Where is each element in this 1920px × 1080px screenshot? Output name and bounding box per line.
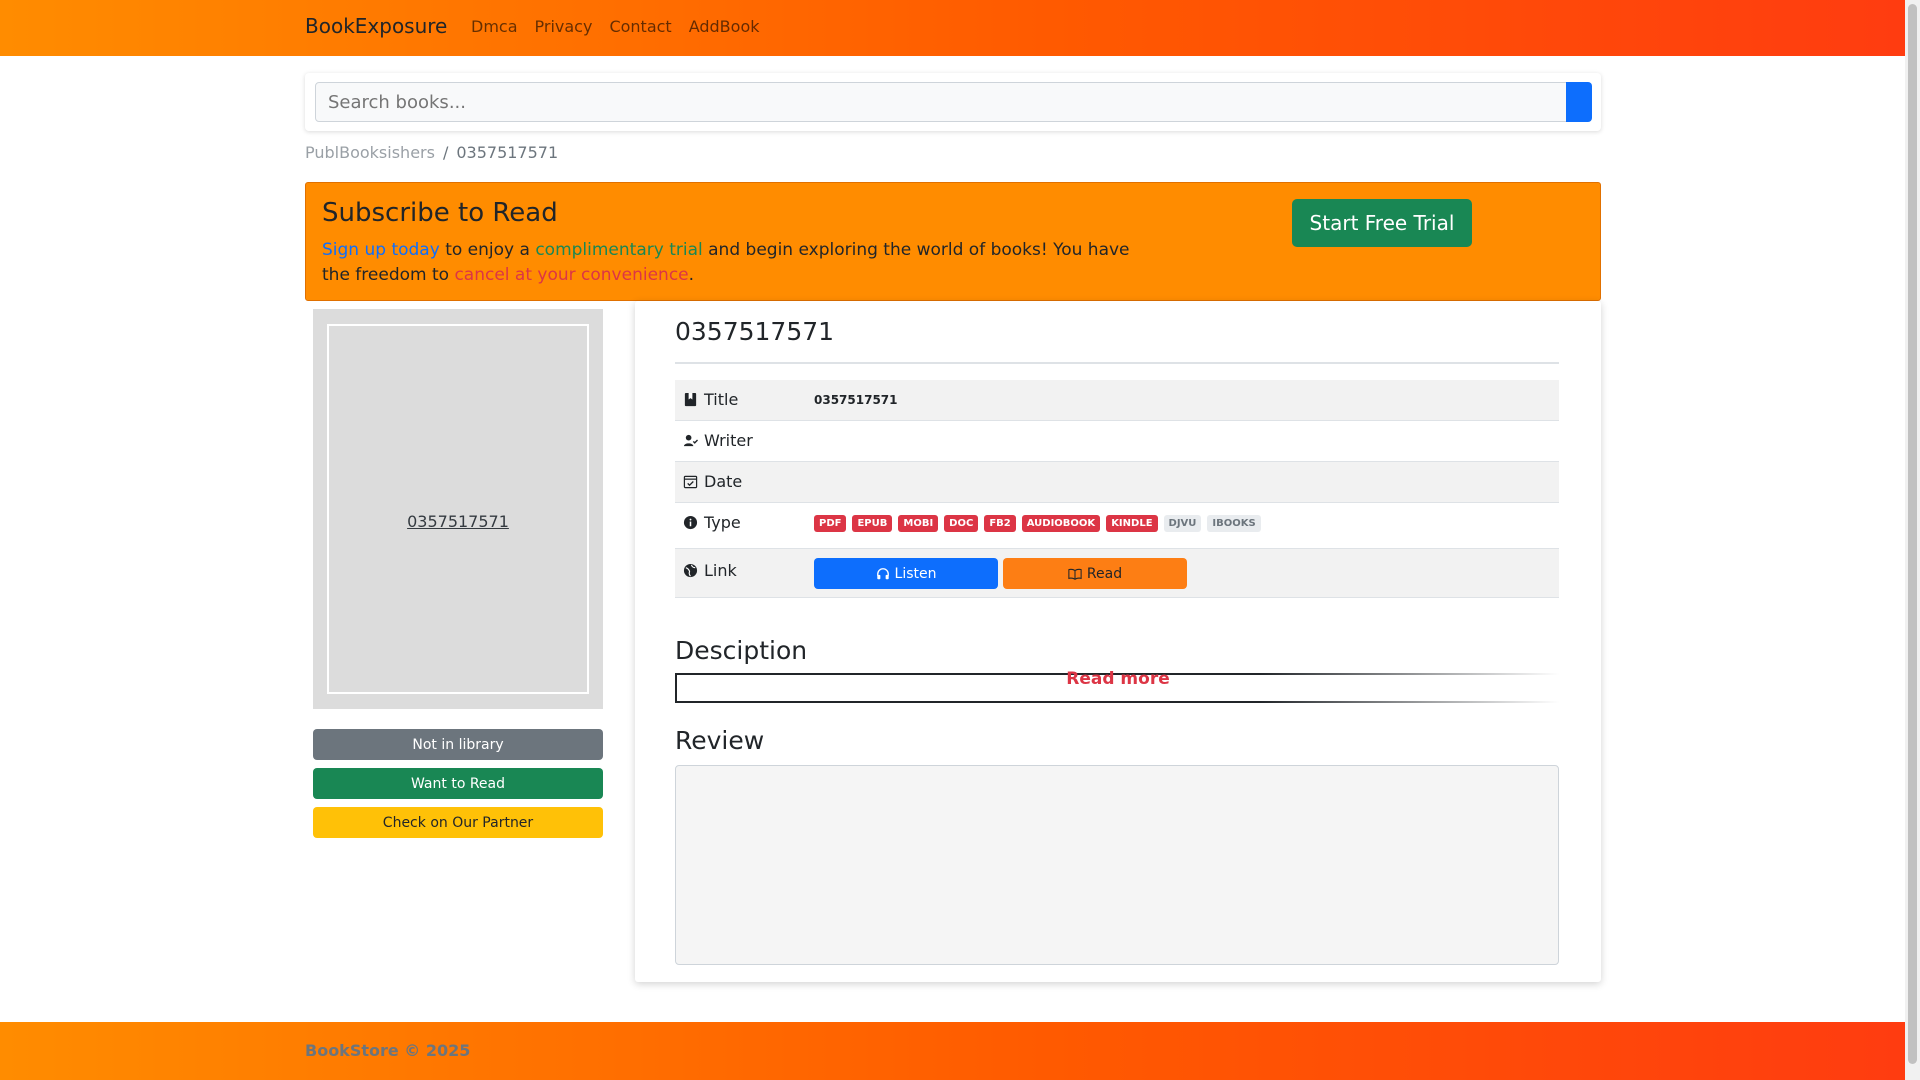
check-partner-button[interactable]: Check on Our Partner bbox=[313, 807, 603, 838]
want-to-read-button[interactable]: Want to Read bbox=[313, 768, 603, 799]
brand-logo[interactable]: BookExposure bbox=[305, 14, 447, 38]
scrollbar-thumb[interactable] bbox=[1908, 4, 1917, 1064]
banner-text: Sign up today to enjoy a complimentary t… bbox=[322, 238, 1142, 288]
breadcrumb: PublBooksishers / 0357517571 bbox=[305, 143, 558, 162]
description-box: Read more bbox=[675, 669, 1559, 703]
search-input[interactable] bbox=[315, 82, 1567, 122]
nav-links: Dmca Privacy Contact AddBook bbox=[471, 17, 760, 36]
format-badge-unavailable: DJVU bbox=[1163, 515, 1202, 532]
headphones-icon bbox=[876, 567, 889, 579]
not-in-library-button[interactable]: Not in library bbox=[313, 729, 603, 760]
search-button[interactable] bbox=[1566, 82, 1592, 122]
book-cover: 0357517571 bbox=[313, 309, 603, 709]
cover-placeholder: 0357517571 bbox=[327, 324, 589, 694]
page-scrollbar[interactable] bbox=[1905, 0, 1920, 1080]
footer: BookStore © 2025 bbox=[0, 1022, 1905, 1080]
title-value: 0357517571 bbox=[814, 393, 898, 407]
listen-button[interactable]: Listen bbox=[814, 558, 998, 589]
format-badge: MOBI bbox=[898, 515, 939, 532]
nav-link-privacy[interactable]: Privacy bbox=[535, 17, 593, 36]
review-textarea[interactable] bbox=[675, 765, 1559, 965]
date-row: Date bbox=[675, 462, 1559, 503]
writer-label: Writer bbox=[683, 431, 753, 450]
banner-text-part: to enjoy a bbox=[439, 240, 536, 260]
description-title: Desciption bbox=[675, 636, 808, 665]
date-label: Date bbox=[683, 472, 742, 491]
format-badge: KINDLE bbox=[1106, 515, 1158, 532]
format-badge: FB2 bbox=[984, 515, 1016, 532]
book-details-card: 0357517571 Title 0357517571 Writer Date … bbox=[635, 301, 1601, 982]
trial-link[interactable]: complimentary trial bbox=[535, 240, 702, 260]
footer-copyright: BookStore © 2025 bbox=[305, 1041, 471, 1060]
globe-icon bbox=[683, 563, 698, 578]
breadcrumb-current: 0357517571 bbox=[456, 143, 559, 162]
link-label-text: Link bbox=[704, 561, 737, 580]
title-row: Title 0357517571 bbox=[675, 380, 1559, 421]
nav-link-contact[interactable]: Contact bbox=[609, 17, 671, 36]
link-label: Link bbox=[683, 561, 737, 580]
subscribe-banner: Subscribe to Read Sign up today to enjoy… bbox=[305, 182, 1601, 301]
open-book-icon bbox=[1068, 568, 1082, 580]
listen-label: Listen bbox=[894, 565, 937, 582]
format-badge: PDF bbox=[814, 515, 847, 532]
search-bar bbox=[305, 73, 1601, 131]
review-title: Review bbox=[675, 726, 765, 755]
read-label: Read bbox=[1086, 565, 1123, 582]
calendar-check-icon bbox=[683, 475, 698, 489]
writer-row: Writer bbox=[675, 421, 1559, 462]
nav-link-dmca[interactable]: Dmca bbox=[471, 17, 518, 36]
date-label-text: Date bbox=[704, 472, 743, 491]
top-navbar: BookExposure Dmca Privacy Contact AddBoo… bbox=[0, 0, 1905, 56]
signup-link[interactable]: Sign up today bbox=[322, 240, 440, 260]
title-label: Title bbox=[683, 390, 738, 409]
banner-title: Subscribe to Read bbox=[322, 198, 558, 228]
cover-title-link[interactable]: 0357517571 bbox=[329, 512, 587, 531]
banner-text-part: . bbox=[688, 265, 695, 285]
format-badges: PDF EPUB MOBI DOC FB2 AUDIOBOOK KINDLE D… bbox=[814, 515, 1261, 532]
format-badge: DOC bbox=[944, 515, 979, 532]
type-label-text: Type bbox=[704, 513, 741, 532]
read-more-link[interactable]: Read more bbox=[677, 669, 1559, 689]
format-badge-unavailable: IBOOKS bbox=[1207, 515, 1261, 532]
book-heading: 0357517571 bbox=[675, 317, 835, 346]
type-row: Type PDF EPUB MOBI DOC FB2 AUDIOBOOK KIN… bbox=[675, 503, 1559, 549]
format-badge: EPUB bbox=[852, 515, 893, 532]
cancel-link[interactable]: cancel at your convenience bbox=[454, 265, 688, 285]
divider bbox=[675, 362, 1559, 364]
bookmark-icon bbox=[684, 392, 697, 407]
start-free-trial-button[interactable]: Start Free Trial bbox=[1292, 199, 1472, 247]
nav-link-addbook[interactable]: AddBook bbox=[689, 17, 760, 36]
read-button[interactable]: Read bbox=[1003, 558, 1187, 589]
format-badge: AUDIOBOOK bbox=[1021, 515, 1101, 532]
breadcrumb-parent[interactable]: PublBooksishers bbox=[305, 143, 435, 162]
link-row: Link Listen Read bbox=[675, 549, 1559, 598]
type-label: Type bbox=[683, 513, 741, 532]
link-buttons: Listen Read bbox=[814, 558, 1187, 589]
title-label-text: Title bbox=[704, 390, 739, 409]
writer-label-text: Writer bbox=[704, 431, 753, 450]
user-check-icon bbox=[683, 434, 698, 447]
info-circle-icon bbox=[683, 515, 698, 530]
breadcrumb-separator: / bbox=[442, 143, 449, 162]
